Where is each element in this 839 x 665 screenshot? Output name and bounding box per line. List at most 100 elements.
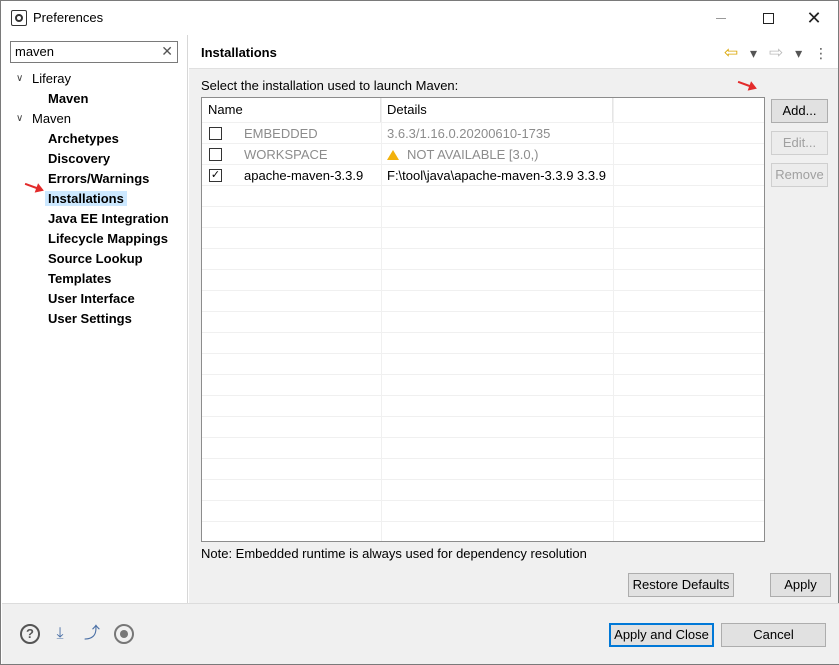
clear-filter-icon[interactable]: ✕ bbox=[161, 43, 173, 60]
page-header: Installations ⇦ ▾ ⇨ ▾ ⋮ bbox=[189, 35, 838, 69]
remove-button[interactable]: Remove bbox=[771, 163, 828, 187]
tree-item[interactable]: User Interface bbox=[48, 289, 135, 309]
tree-item[interactable]: Installations bbox=[45, 189, 127, 209]
grid-line bbox=[202, 311, 764, 312]
tree-item-label: Maven bbox=[48, 91, 89, 106]
installation-checkbox[interactable] bbox=[209, 127, 222, 140]
installation-details: 3.6.3/1.16.0.20200610-1735 bbox=[387, 123, 550, 144]
note-label: Note: Embedded runtime is always used fo… bbox=[201, 546, 587, 561]
tree-item[interactable]: Java EE Integration bbox=[48, 209, 169, 229]
forward-dropdown-icon[interactable]: ▾ bbox=[795, 45, 802, 62]
tree-item-label: Installations bbox=[45, 191, 127, 206]
tree-item[interactable]: Maven bbox=[48, 89, 88, 109]
filter-input[interactable]: maven ✕ bbox=[10, 41, 178, 63]
grid-line bbox=[202, 395, 764, 396]
grid-line bbox=[202, 437, 764, 438]
grid-line bbox=[202, 521, 764, 522]
page-nav: ⇦ ▾ ⇨ ▾ ⋮ bbox=[716, 43, 828, 63]
installation-checkbox[interactable] bbox=[209, 148, 222, 161]
installation-name: WORKSPACE bbox=[244, 147, 328, 162]
dialog-button-bar: ? ⤓ ⤴ Apply and Close Cancel bbox=[2, 603, 839, 664]
filter-value: maven bbox=[15, 44, 55, 59]
apply-and-close-label: Apply and Close bbox=[614, 627, 709, 642]
tree-group[interactable]: ∨ Liferay bbox=[16, 69, 71, 89]
add-button[interactable]: Add... bbox=[771, 99, 828, 123]
installation-details: F:\tool\java\apache-maven-3.3.9 3.3.9 bbox=[387, 165, 606, 186]
tree-group[interactable]: ∨ Maven bbox=[16, 109, 71, 129]
title-bar: Preferences ✕ bbox=[1, 1, 838, 35]
instruction-label: Select the installation used to launch M… bbox=[201, 78, 459, 93]
installation-name: apache-maven-3.3.9 bbox=[244, 168, 364, 183]
table-row[interactable]: ✓ apache-maven-3.3.9 F:\tool\java\apache-m… bbox=[202, 165, 764, 186]
column-header-filler bbox=[613, 98, 764, 122]
cancel-button[interactable]: Cancel bbox=[721, 623, 826, 647]
restore-defaults-label: Restore Defaults bbox=[632, 577, 730, 592]
tree-item-label: User Settings bbox=[48, 311, 132, 326]
tree-item[interactable]: Lifecycle Mappings bbox=[48, 229, 168, 249]
preferences-tree-pane: maven ✕ ∨ Liferay Maven ∨ Maven Archetypes Dis… bbox=[2, 35, 188, 603]
expand-toggle-icon[interactable]: ∨ bbox=[16, 69, 26, 89]
tree-item-label: Source Lookup bbox=[48, 251, 143, 266]
tree-item[interactable]: Source Lookup bbox=[48, 249, 143, 269]
grid-line bbox=[202, 458, 764, 459]
eclipse-icon bbox=[11, 10, 27, 26]
grid-line bbox=[202, 332, 764, 333]
tree-group-label: Maven bbox=[32, 111, 72, 126]
column-header-details[interactable]: Details bbox=[381, 98, 613, 122]
add-button-label: Add... bbox=[782, 103, 817, 118]
column-header-name[interactable]: Name bbox=[202, 98, 381, 122]
grid-line bbox=[202, 416, 764, 417]
tree-item-label: Java EE Integration bbox=[48, 211, 169, 226]
grid-line bbox=[202, 374, 764, 375]
more-menu-icon[interactable]: ⋮ bbox=[814, 45, 828, 62]
grid-line bbox=[202, 227, 764, 228]
tree-item[interactable]: User Settings bbox=[48, 309, 132, 329]
tree-item[interactable]: Discovery bbox=[48, 149, 110, 169]
warning-icon bbox=[387, 150, 399, 160]
back-arrow-icon[interactable]: ⇦ bbox=[724, 43, 738, 63]
installations-table[interactable]: Name Details EMBEDDED 3.6.3/1.16.0.202006… bbox=[201, 97, 765, 542]
preference-page: Installations ⇦ ▾ ⇨ ▾ ⋮ Select the insta… bbox=[189, 35, 838, 603]
tree-item-label: Discovery bbox=[48, 151, 111, 166]
apply-button[interactable]: Apply bbox=[770, 573, 831, 597]
forward-arrow-icon[interactable]: ⇨ bbox=[769, 43, 783, 63]
installation-details-text: NOT AVAILABLE [3.0,) bbox=[407, 147, 539, 162]
grid-line bbox=[202, 290, 764, 291]
installation-checkbox[interactable]: ✓ bbox=[209, 169, 222, 182]
tree-item-label: Lifecycle Mappings bbox=[48, 231, 168, 246]
apply-and-close-button[interactable]: Apply and Close bbox=[609, 623, 714, 647]
installation-details: NOT AVAILABLE [3.0,) bbox=[387, 144, 539, 165]
annotation-arrow bbox=[24, 182, 43, 191]
back-dropdown-icon[interactable]: ▾ bbox=[750, 45, 757, 62]
tree-item-label: Templates bbox=[48, 271, 112, 286]
window-title: Preferences bbox=[33, 10, 104, 25]
help-icon[interactable]: ? bbox=[20, 624, 40, 644]
tree-item[interactable]: Errors/Warnings bbox=[48, 169, 149, 189]
tree-item[interactable]: Archetypes bbox=[48, 129, 119, 149]
maximize-icon[interactable] bbox=[745, 4, 791, 32]
close-icon[interactable]: ✕ bbox=[791, 4, 837, 32]
table-row[interactable]: EMBEDDED 3.6.3/1.16.0.20200610-1735 bbox=[202, 123, 764, 144]
grid-line bbox=[202, 248, 764, 249]
tree-item-label: User Interface bbox=[48, 291, 135, 306]
grid-line bbox=[202, 479, 764, 480]
grid-line bbox=[202, 500, 764, 501]
table-row[interactable]: WORKSPACE NOT AVAILABLE [3.0,) bbox=[202, 144, 764, 165]
tree-item[interactable]: Templates bbox=[48, 269, 111, 289]
remove-button-label: Remove bbox=[775, 167, 824, 182]
tree-group-label: Liferay bbox=[32, 71, 72, 86]
preferences-window: Preferences ✕ maven ✕ ∨ Liferay Maven ∨ Mave… bbox=[0, 0, 839, 665]
grid-line bbox=[202, 353, 764, 354]
tree-item-label: Errors/Warnings bbox=[48, 171, 150, 186]
expand-toggle-icon[interactable]: ∨ bbox=[16, 109, 26, 129]
apply-label: Apply bbox=[784, 577, 817, 592]
export-icon[interactable]: ⤴ bbox=[82, 624, 102, 644]
grid-line bbox=[202, 269, 764, 270]
installation-details-text: F:\tool\java\apache-maven-3.3.9 3.3.9 bbox=[387, 168, 606, 183]
restore-defaults-button[interactable]: Restore Defaults bbox=[628, 573, 734, 597]
import-icon[interactable]: ⤓ bbox=[50, 624, 70, 644]
edit-button-label: Edit... bbox=[782, 135, 817, 150]
record-icon[interactable] bbox=[114, 624, 134, 644]
edit-button[interactable]: Edit... bbox=[771, 131, 828, 155]
minimize-icon[interactable] bbox=[698, 4, 744, 32]
